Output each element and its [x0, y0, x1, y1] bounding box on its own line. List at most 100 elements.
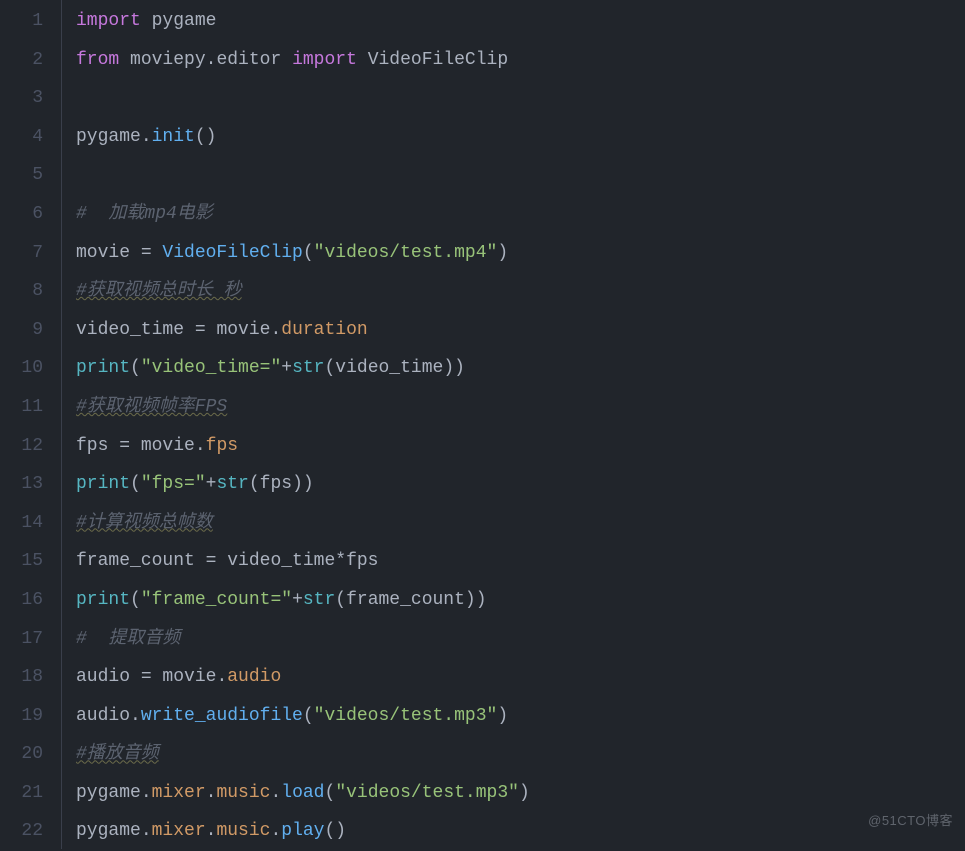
- code-token: audio: [227, 667, 281, 687]
- code-token: (: [130, 358, 141, 378]
- code-token: [141, 11, 152, 31]
- line-number: 4: [0, 118, 43, 157]
- line-number: 14: [0, 504, 43, 543]
- code-token: fps: [206, 436, 238, 456]
- code-line[interactable]: fps = movie.fps: [76, 427, 965, 466]
- code-line[interactable]: print("video_time="+str(video_time)): [76, 349, 965, 388]
- code-token: #计算视频总帧数: [76, 513, 213, 533]
- code-line[interactable]: print("frame_count="+str(frame_count)): [76, 581, 965, 620]
- code-token: [281, 50, 292, 70]
- code-token: fps: [260, 474, 292, 494]
- code-token: (: [324, 358, 335, 378]
- code-token: mixer: [152, 821, 206, 841]
- code-line[interactable]: #计算视频总帧数: [76, 504, 965, 543]
- code-token: write_audiofile: [141, 706, 303, 726]
- code-token: +: [281, 358, 292, 378]
- code-token: ): [519, 783, 530, 803]
- code-token: duration: [281, 320, 367, 340]
- code-line[interactable]: # 提取音频: [76, 620, 965, 659]
- code-token: init: [152, 127, 195, 147]
- line-number: 6: [0, 195, 43, 234]
- code-token: pygame: [76, 821, 141, 841]
- code-line[interactable]: import pygame: [76, 2, 965, 41]
- code-line[interactable]: pygame.mixer.music.play(): [76, 812, 965, 851]
- line-number: 18: [0, 658, 43, 697]
- code-token: (: [130, 474, 141, 494]
- code-token: *: [335, 551, 346, 571]
- code-token: (): [325, 821, 347, 841]
- code-line[interactable]: audio.write_audiofile("videos/test.mp3"): [76, 697, 965, 736]
- code-token: pygame: [76, 783, 141, 803]
- code-token: (: [325, 783, 336, 803]
- code-line[interactable]: #播放音频: [76, 735, 965, 774]
- code-token: video_time: [335, 358, 443, 378]
- code-line[interactable]: # 加载mp4电影: [76, 195, 965, 234]
- code-token: movie: [162, 667, 216, 687]
- code-token: =: [184, 320, 216, 340]
- code-token: (: [303, 706, 314, 726]
- line-number: 8: [0, 272, 43, 311]
- code-token: )): [292, 474, 314, 494]
- line-number: 5: [0, 156, 43, 195]
- line-number: 21: [0, 774, 43, 813]
- code-token: =: [195, 551, 227, 571]
- code-line[interactable]: #获取视频帧率FPS: [76, 388, 965, 427]
- line-number: 17: [0, 620, 43, 659]
- code-token: pygame: [152, 11, 217, 31]
- code-token: #获取视频总时长 秒: [76, 281, 242, 301]
- code-token: (): [195, 127, 217, 147]
- code-line[interactable]: #获取视频总时长 秒: [76, 272, 965, 311]
- code-line[interactable]: [76, 79, 965, 118]
- code-token: VideoFileClip: [368, 50, 508, 70]
- code-token: "video_time=": [141, 358, 281, 378]
- code-token: .: [130, 706, 141, 726]
- code-token: "videos/test.mp3": [335, 783, 519, 803]
- code-line[interactable]: movie = VideoFileClip("videos/test.mp4"): [76, 234, 965, 273]
- code-line[interactable]: [76, 156, 965, 195]
- code-token: fps: [346, 551, 378, 571]
- code-token: (: [335, 590, 346, 610]
- code-token: ): [497, 243, 508, 263]
- code-token: .: [270, 821, 281, 841]
- line-number: 13: [0, 465, 43, 504]
- code-token: #播放音频: [76, 744, 159, 764]
- line-number: 2: [0, 41, 43, 80]
- code-line[interactable]: pygame.mixer.music.load("videos/test.mp3…: [76, 774, 965, 813]
- code-token: +: [292, 590, 303, 610]
- code-line[interactable]: from moviepy.editor import VideoFileClip: [76, 41, 965, 80]
- code-token: print: [76, 590, 130, 610]
- code-editor[interactable]: 12345678910111213141516171819202122 impo…: [0, 0, 965, 849]
- code-token: str: [303, 590, 335, 610]
- line-number: 12: [0, 427, 43, 466]
- code-line[interactable]: frame_count = video_time*fps: [76, 542, 965, 581]
- code-token: .: [206, 783, 217, 803]
- code-line[interactable]: audio = movie.audio: [76, 658, 965, 697]
- code-token: movie: [141, 436, 195, 456]
- code-token: .: [141, 821, 152, 841]
- line-number: 20: [0, 735, 43, 774]
- code-token: )): [465, 590, 487, 610]
- code-token: music: [216, 783, 270, 803]
- code-token: print: [76, 474, 130, 494]
- code-token: .: [141, 783, 152, 803]
- code-token: music: [216, 821, 270, 841]
- code-token: frame_count: [346, 590, 465, 610]
- code-token: load: [281, 783, 324, 803]
- code-token: video_time: [227, 551, 335, 571]
- code-token: "fps=": [141, 474, 206, 494]
- code-token: =: [108, 436, 140, 456]
- line-number-gutter: 12345678910111213141516171819202122: [0, 0, 62, 849]
- code-line[interactable]: video_time = movie.duration: [76, 311, 965, 350]
- code-token: "frame_count=": [141, 590, 292, 610]
- code-token: =: [130, 667, 162, 687]
- code-token: .: [206, 821, 217, 841]
- line-number: 3: [0, 79, 43, 118]
- code-token: .: [270, 783, 281, 803]
- code-token: ): [497, 706, 508, 726]
- code-token: # 加载mp4电影: [76, 204, 213, 224]
- code-line[interactable]: print("fps="+str(fps)): [76, 465, 965, 504]
- code-token: movie: [76, 243, 130, 263]
- code-area[interactable]: import pygamefrom moviepy.editor import …: [62, 0, 965, 849]
- code-token: frame_count: [76, 551, 195, 571]
- code-line[interactable]: pygame.init(): [76, 118, 965, 157]
